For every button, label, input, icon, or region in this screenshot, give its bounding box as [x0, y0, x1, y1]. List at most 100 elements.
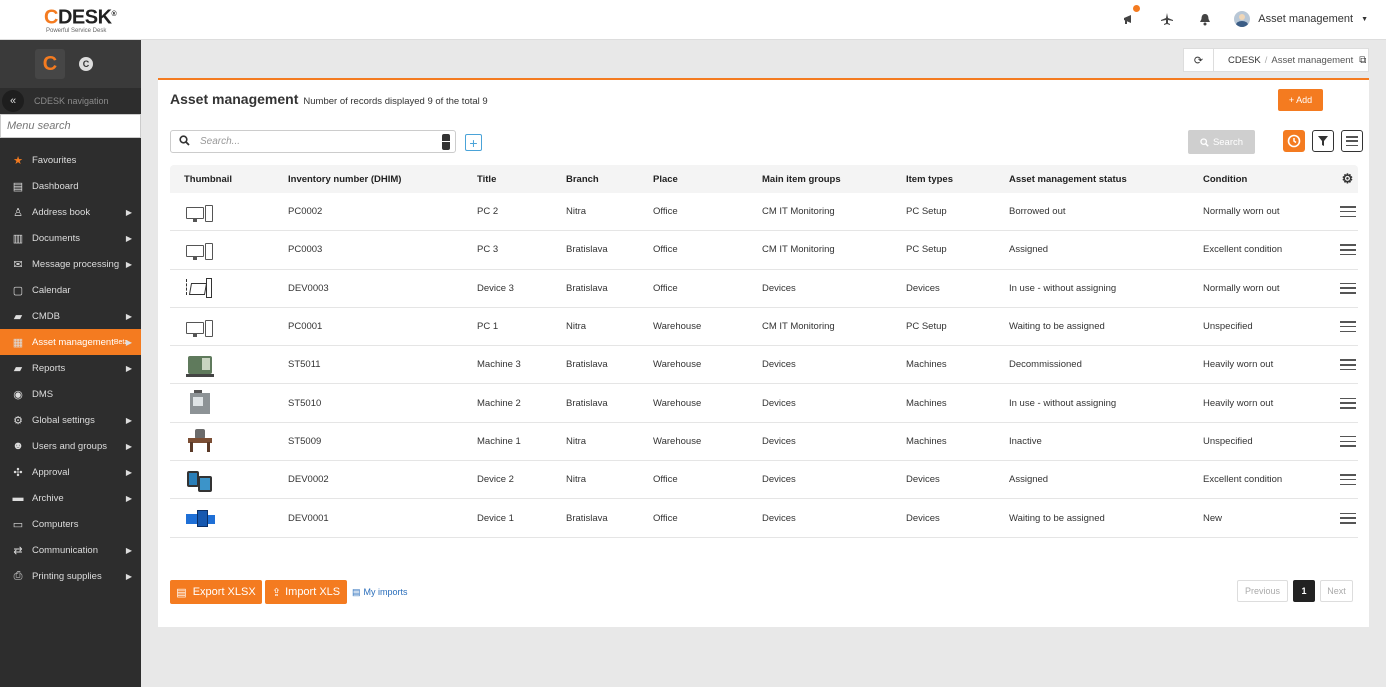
- row-menu-icon[interactable]: [1339, 512, 1356, 524]
- cell-title: PC 1: [477, 321, 499, 333]
- columns-menu-button[interactable]: [1341, 130, 1363, 152]
- cell-place: Office: [653, 474, 678, 486]
- asset-icon: ▦: [12, 336, 24, 349]
- document-icon: ▤: [352, 587, 361, 597]
- cell-status: In use - without assigning: [1009, 397, 1117, 409]
- search-button[interactable]: Search: [1188, 130, 1255, 154]
- next-page-button[interactable]: Next: [1320, 580, 1353, 602]
- row-menu-icon[interactable]: [1339, 359, 1356, 371]
- column-header-place[interactable]: Place: [653, 174, 762, 185]
- sidebar-item-dashboard[interactable]: ▤ Dashboard: [0, 173, 141, 199]
- sidebar-item-archive[interactable]: ▬ Archive ▶: [0, 485, 141, 511]
- cell-condition: Excellent condition: [1203, 244, 1283, 256]
- table-row[interactable]: ST5011 Machine 3 Bratislava Warehouse De…: [170, 346, 1358, 385]
- cell-place: Office: [653, 206, 678, 218]
- cell-branch: Nitra: [566, 435, 587, 447]
- external-link-icon[interactable]: ⧉: [1359, 55, 1366, 66]
- column-header-thumbnail[interactable]: Thumbnail: [170, 174, 288, 185]
- table-row[interactable]: PC0002 PC 2 Nitra Office CM IT Monitorin…: [170, 193, 1358, 232]
- gear-icon[interactable]: ⚙: [1342, 171, 1354, 187]
- sidebar-item-printing-supplies[interactable]: ⎙ Printing supplies ▶: [0, 563, 141, 589]
- my-imports-link[interactable]: ▤ My imports: [352, 587, 408, 598]
- sidebar-item-communication[interactable]: ⇄ Communication ▶: [0, 537, 141, 563]
- pagination: Previous 1 Next: [1237, 580, 1353, 602]
- refresh-icon[interactable]: ⟳: [1184, 49, 1214, 71]
- sidebar-item-documents[interactable]: ▥ Documents ▶: [0, 225, 141, 251]
- sidebar-item-label: Reports: [32, 362, 66, 374]
- brand-c-small-icon[interactable]: C: [79, 57, 93, 71]
- cell-inventory-number: ST5010: [288, 397, 322, 409]
- row-menu-icon[interactable]: [1339, 321, 1356, 333]
- collapse-sidebar-icon[interactable]: «: [2, 90, 24, 112]
- brand-c-logo[interactable]: C: [35, 49, 65, 79]
- megaphone-icon[interactable]: [1120, 5, 1141, 28]
- filter-button[interactable]: [1312, 130, 1334, 152]
- sidebar-item-global-settings[interactable]: ⚙ Global settings ▶: [0, 407, 141, 433]
- sidebar-item-reports[interactable]: ▰ Reports ▶: [0, 355, 141, 381]
- page-1-button[interactable]: 1: [1293, 580, 1315, 602]
- logo-text: DESK: [57, 6, 112, 29]
- pc-thumbnail: [184, 237, 216, 263]
- import-xls-button[interactable]: ⇪ Import XLS: [265, 580, 347, 604]
- search-button-label: Search: [1212, 136, 1244, 148]
- gears-icon: ⚙: [13, 414, 23, 427]
- search-options-toggle[interactable]: [442, 134, 450, 150]
- column-header-main-item-groups[interactable]: Main item groups: [762, 174, 906, 185]
- history-button[interactable]: [1283, 130, 1305, 152]
- column-header-condition[interactable]: Condition: [1203, 174, 1337, 185]
- cell-item-type: Devices: [906, 512, 940, 524]
- chevron-right-icon: ▶: [125, 493, 132, 503]
- table-row[interactable]: ST5009 Machine 1 Nitra Warehouse Devices…: [170, 423, 1358, 462]
- sidebar-item-approval[interactable]: ✣ Approval ▶: [0, 459, 141, 485]
- column-header-item-types[interactable]: Item types: [906, 174, 1009, 185]
- cell-place: Warehouse: [653, 321, 702, 333]
- pc-thumbnail: [184, 199, 216, 225]
- table-row[interactable]: DEV0001 Device 1 Bratislava Office Devic…: [170, 499, 1358, 538]
- cdesk-logo[interactable]: CDESK® Powerful Service Desk: [44, 5, 117, 34]
- airplane-icon[interactable]: [1158, 10, 1176, 28]
- previous-page-button[interactable]: Previous: [1237, 580, 1288, 602]
- user-menu[interactable]: Asset management ▼: [1234, 11, 1368, 27]
- add-filter-button[interactable]: +: [465, 134, 482, 151]
- sidebar-item-message-processing[interactable]: ✉ Message processing ▶: [0, 251, 141, 277]
- table-row[interactable]: ST5010 Machine 2 Bratislava Warehouse De…: [170, 384, 1358, 423]
- menu-search-field[interactable]: [0, 114, 141, 138]
- export-label: Export XLSX: [192, 586, 256, 598]
- column-header-inventory-number[interactable]: Inventory number (DHIM): [288, 174, 477, 185]
- sidebar-item-address-book[interactable]: ♙ Address book ▶: [0, 199, 141, 225]
- sidebar-item-favourites[interactable]: ★ Favourites: [0, 147, 141, 173]
- table-row[interactable]: PC0003 PC 3 Bratislava Office CM IT Moni…: [170, 231, 1358, 270]
- row-menu-icon[interactable]: [1339, 435, 1356, 447]
- column-header-title[interactable]: Title: [477, 174, 566, 185]
- row-menu-icon[interactable]: [1339, 206, 1356, 218]
- add-button[interactable]: + Add: [1278, 89, 1323, 111]
- sidebar-item-asset-management[interactable]: ▦ Asset management Beta ▶: [0, 329, 141, 355]
- sidebar-item-dms[interactable]: ◉ DMS: [0, 381, 141, 407]
- row-menu-icon[interactable]: [1339, 244, 1356, 256]
- column-header-branch[interactable]: Branch: [566, 174, 653, 185]
- sidebar-item-users-and-groups[interactable]: ☻ Users and groups ▶: [0, 433, 141, 459]
- logo-mark: ®: [111, 11, 117, 18]
- cell-inventory-number: PC0003: [288, 244, 323, 256]
- row-menu-icon[interactable]: [1339, 397, 1356, 409]
- export-xlsx-button[interactable]: ▤ Export XLSX: [170, 580, 262, 604]
- sidebar-item-calendar[interactable]: ▢ Calendar: [0, 277, 141, 303]
- table-row[interactable]: PC0001 PC 1 Nitra Warehouse CM IT Monito…: [170, 308, 1358, 347]
- cell-item-type: PC Setup: [906, 321, 947, 333]
- cell-condition: Heavily worn out: [1203, 359, 1274, 371]
- sidebar-item-cmdb[interactable]: ▰ CMDB ▶: [0, 303, 141, 329]
- row-menu-icon[interactable]: [1339, 282, 1356, 294]
- table-row[interactable]: DEV0003 Device 3 Bratislava Office Devic…: [170, 270, 1358, 308]
- cell-branch: Nitra: [566, 474, 587, 486]
- menu-search-input[interactable]: [7, 120, 134, 132]
- breadcrumb-root[interactable]: CDESK: [1228, 55, 1261, 66]
- sidebar: C C « CDESK navigation ★ Favourites ▤ Dash…: [0, 40, 141, 687]
- search-field[interactable]: Search...: [170, 130, 456, 153]
- column-header-status[interactable]: Asset management status: [1009, 174, 1203, 185]
- sidebar-item-computers[interactable]: ▭ Computers: [0, 511, 141, 537]
- row-menu-icon[interactable]: [1339, 474, 1356, 486]
- cell-condition: Unspecified: [1203, 321, 1253, 333]
- cell-place: Office: [653, 512, 678, 524]
- table-row[interactable]: DEV0002 Device 2 Nitra Office Devices De…: [170, 461, 1358, 500]
- bell-icon[interactable]: [1196, 10, 1214, 28]
